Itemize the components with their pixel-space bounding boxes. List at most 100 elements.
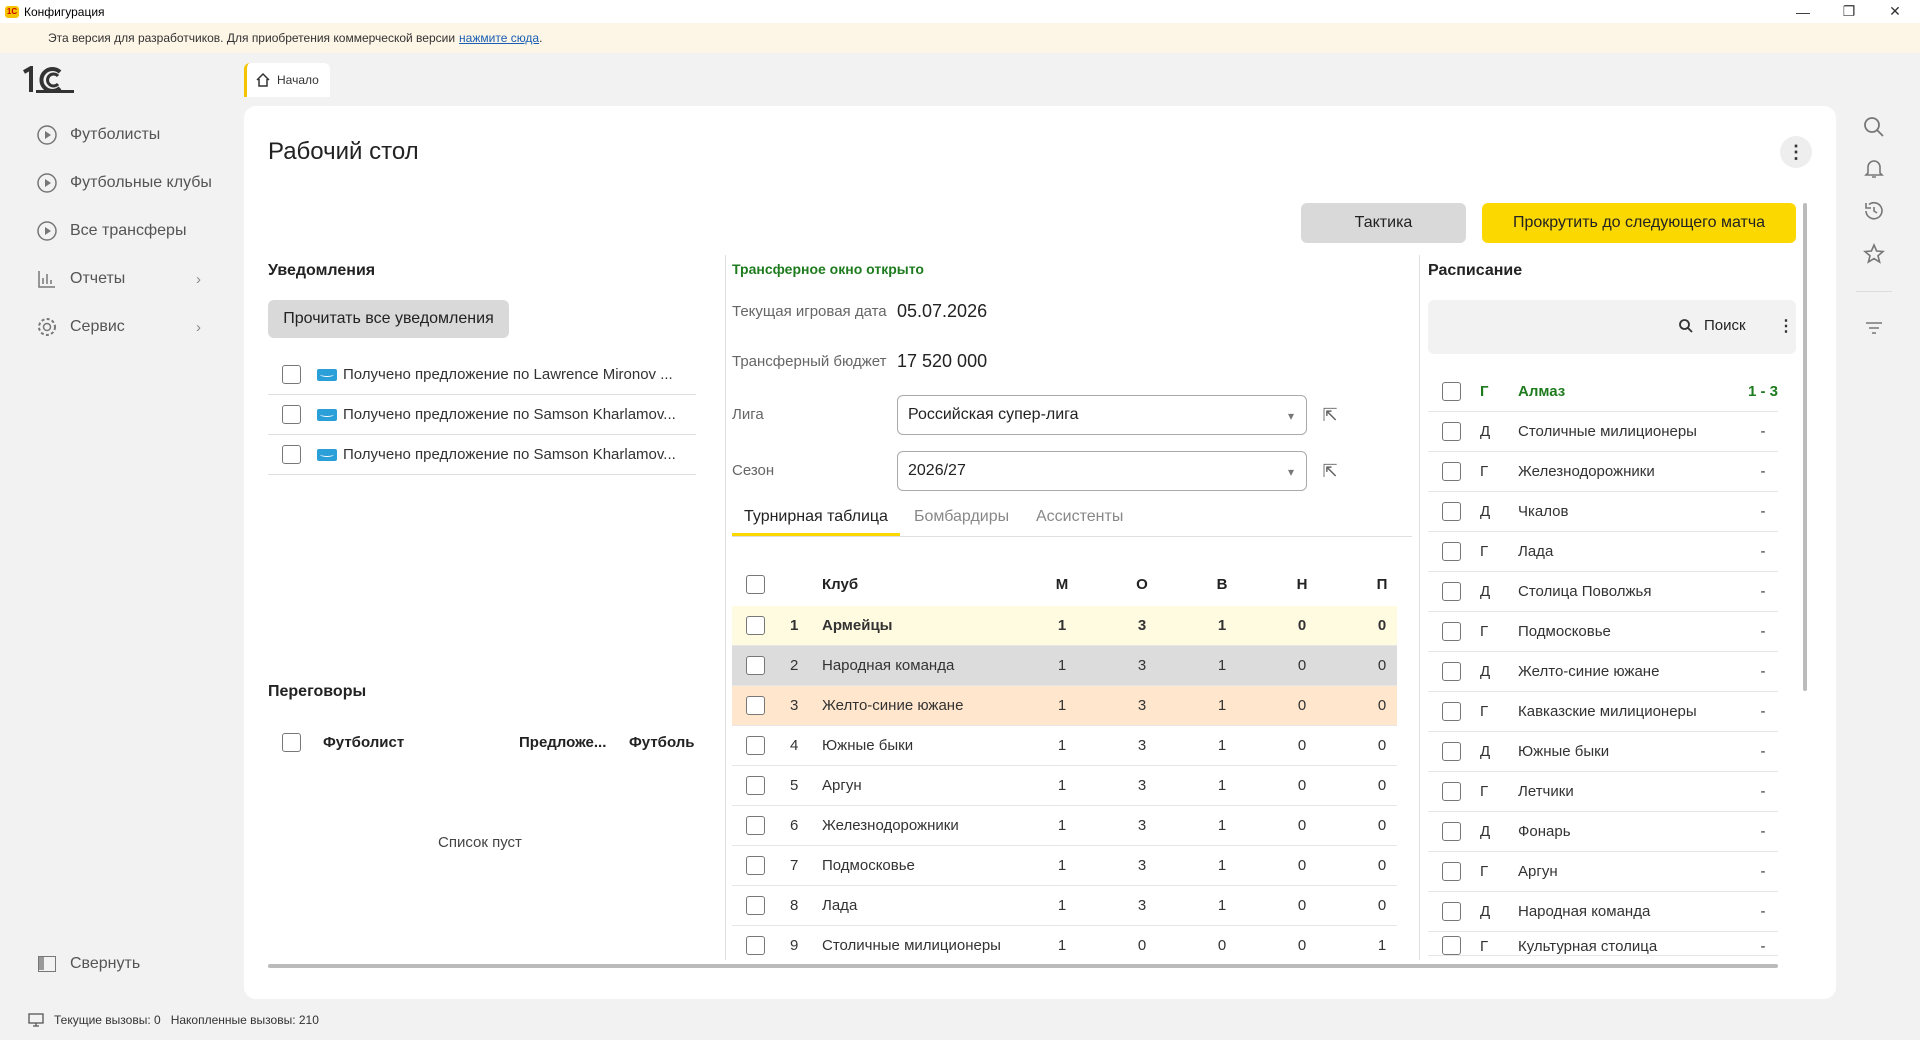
checkbox[interactable] (1442, 502, 1461, 521)
sidebar-item-reports[interactable]: Отчеты › (36, 263, 216, 295)
list-item[interactable]: Г Кавказские милиционеры - (1428, 692, 1778, 732)
col-n[interactable]: Н (1287, 576, 1317, 593)
more-vertical-icon[interactable]: ⋮ (1778, 316, 1794, 336)
checkbox[interactable] (1442, 462, 1461, 481)
checkbox[interactable] (746, 696, 765, 715)
league-select[interactable]: Российская супер-лига ▾ (897, 395, 1307, 435)
list-item[interactable]: Получено предложение по Samson Kharlamov… (268, 395, 696, 435)
open-link-icon[interactable]: ⇱ (1318, 403, 1342, 427)
checkbox[interactable] (746, 936, 765, 955)
col-m[interactable]: М (1047, 576, 1077, 593)
checkbox[interactable] (746, 776, 765, 795)
filter-rail-button[interactable] (1860, 314, 1888, 342)
history-rail-button[interactable] (1860, 197, 1888, 225)
col-o[interactable]: О (1127, 576, 1157, 593)
checkbox[interactable] (1442, 622, 1461, 641)
checkbox[interactable] (1442, 742, 1461, 761)
col-club[interactable]: Футболь (629, 734, 695, 751)
table-row[interactable]: 5 Аргун 1 3 1 0 0 (732, 766, 1397, 806)
list-item[interactable]: Г Лада - (1428, 532, 1778, 572)
checkbox[interactable] (746, 736, 765, 755)
checkbox[interactable] (1442, 382, 1461, 401)
checkbox[interactable] (1442, 936, 1461, 955)
open-link-icon[interactable]: ⇱ (1318, 459, 1342, 483)
sidebar-item-service[interactable]: Сервис › (36, 311, 216, 343)
list-item[interactable]: Г Подмосковье - (1428, 612, 1778, 652)
restore-button[interactable]: ❐ (1828, 0, 1870, 23)
checkbox[interactable] (1442, 662, 1461, 681)
close-button[interactable]: ✕ (1874, 0, 1916, 23)
col-v[interactable]: В (1207, 576, 1237, 593)
checkbox[interactable] (746, 656, 765, 675)
table-row[interactable]: 8 Лада 1 3 1 0 0 (732, 886, 1397, 926)
schedule-search-button[interactable]: Поиск (1678, 317, 1746, 334)
checkbox[interactable] (1442, 822, 1461, 841)
checkbox[interactable] (1442, 902, 1461, 921)
horizontal-scrollbar[interactable] (268, 964, 1778, 968)
checkbox[interactable] (746, 856, 765, 875)
checkbox[interactable] (746, 616, 765, 635)
tactics-button[interactable]: Тактика (1301, 203, 1466, 243)
checkbox[interactable] (282, 445, 301, 464)
collapse-sidebar-button[interactable]: Свернуть (38, 955, 140, 973)
tab-scorers[interactable]: Бомбардиры (914, 508, 1009, 526)
checkbox[interactable] (1442, 862, 1461, 881)
losses: 1 (1377, 937, 1387, 954)
budget-label: Трансферный бюджет (732, 353, 887, 370)
list-item[interactable]: Получено предложение по Lawrence Mironov… (268, 355, 696, 395)
checkbox[interactable] (1442, 782, 1461, 801)
checkbox[interactable] (282, 405, 301, 424)
next-match-button[interactable]: Прокрутить до следующего матча (1482, 203, 1796, 243)
tab-home[interactable]: Начало (244, 63, 330, 97)
select-all-checkbox[interactable] (282, 732, 301, 752)
table-row[interactable]: 7 Подмосковье 1 3 1 0 0 (732, 846, 1397, 886)
list-item[interactable]: Г Алмаз 1 - 3 (1428, 372, 1778, 412)
checkbox[interactable] (1442, 582, 1461, 601)
list-item[interactable]: Д Народная команда - (1428, 892, 1778, 932)
table-row[interactable]: 4 Южные быки 1 3 1 0 0 (732, 726, 1397, 766)
league-label: Лига (732, 406, 764, 423)
col-player[interactable]: Футболист (323, 734, 519, 751)
checkbox[interactable] (1442, 422, 1461, 441)
vertical-scrollbar[interactable] (1803, 203, 1807, 691)
checkbox[interactable] (282, 365, 301, 384)
notice-link[interactable]: нажмите сюда (459, 31, 539, 45)
col-club[interactable]: Клуб (822, 576, 858, 593)
list-item[interactable]: Д Фонарь - (1428, 812, 1778, 852)
col-offer[interactable]: Предложе... (519, 734, 629, 751)
list-item[interactable]: Д Чкалов - (1428, 492, 1778, 532)
table-row[interactable]: 3 Желто-синие южане 1 3 1 0 0 (732, 686, 1397, 726)
sidebar-item-clubs[interactable]: Футбольные клубы (36, 167, 212, 199)
col-p[interactable]: П (1367, 576, 1397, 593)
list-item[interactable]: Г Аргун - (1428, 852, 1778, 892)
list-item[interactable]: Д Желто-синие южане - (1428, 652, 1778, 692)
sidebar-item-players[interactable]: Футболисты (36, 119, 160, 151)
checkbox[interactable] (746, 896, 765, 915)
favorites-rail-button[interactable] (1860, 240, 1888, 268)
select-all-checkbox[interactable] (746, 574, 765, 594)
list-item[interactable]: Д Столичные милиционеры - (1428, 412, 1778, 452)
minimize-button[interactable]: — (1782, 0, 1824, 23)
list-item[interactable]: Г Летчики - (1428, 772, 1778, 812)
tab-standings[interactable]: Турнирная таблица (744, 508, 888, 526)
list-item[interactable]: Получено предложение по Samson Kharlamov… (268, 435, 696, 475)
notifications-rail-button[interactable] (1860, 154, 1888, 182)
list-item[interactable]: Г Железнодорожники - (1428, 452, 1778, 492)
sidebar-item-transfers[interactable]: Все трансферы (36, 215, 186, 247)
search-icon (1679, 318, 1693, 333)
checkbox[interactable] (746, 816, 765, 835)
read-all-button[interactable]: Прочитать все уведомления (268, 300, 509, 338)
tab-assists[interactable]: Ассистенты (1036, 508, 1123, 526)
season-select[interactable]: 2026/27 ▾ (897, 451, 1307, 491)
table-row[interactable]: 6 Железнодорожники 1 3 1 0 0 (732, 806, 1397, 846)
list-item[interactable]: Г Культурная столица - (1428, 932, 1778, 956)
table-row[interactable]: 1 Армейцы 1 3 1 0 0 (732, 606, 1397, 646)
list-item[interactable]: Д Южные быки - (1428, 732, 1778, 772)
more-menu-button[interactable]: ⋮ (1780, 136, 1812, 168)
checkbox[interactable] (1442, 542, 1461, 561)
checkbox[interactable] (1442, 702, 1461, 721)
search-rail-button[interactable] (1860, 113, 1888, 141)
list-item[interactable]: Д Столица Поволжья - (1428, 572, 1778, 612)
table-row[interactable]: 9 Столичные милиционеры 1 0 0 0 1 (732, 926, 1397, 966)
table-row[interactable]: 2 Народная команда 1 3 1 0 0 (732, 646, 1397, 686)
